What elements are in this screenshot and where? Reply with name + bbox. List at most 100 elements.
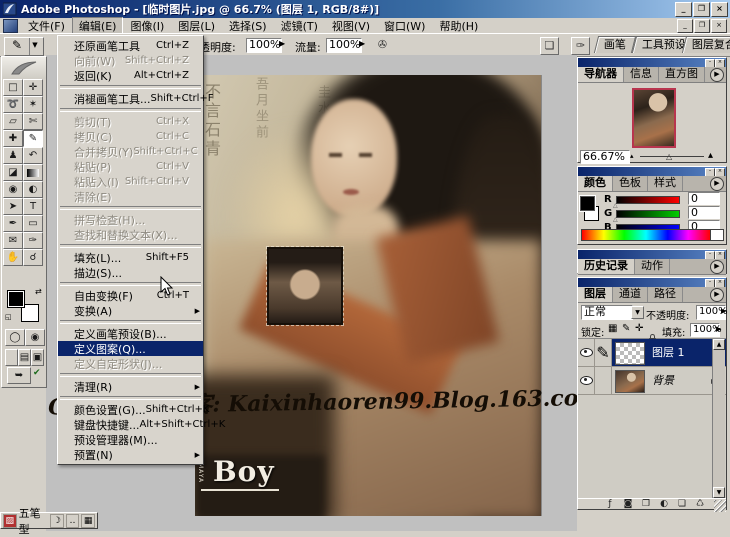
opacity-spinner[interactable]: ▶ [721, 307, 726, 315]
eye-icon[interactable] [580, 348, 593, 357]
navigator-thumbnail[interactable] [632, 88, 676, 148]
edit-menu-item[interactable]: 返回(K)Alt+Ctrl+Z [58, 68, 203, 83]
menubar-item-8[interactable]: 窗口(W) [377, 17, 432, 35]
path-selection-tool[interactable]: ➤ [3, 198, 23, 215]
resize-grip[interactable] [714, 500, 726, 512]
layer-row[interactable]: 背景 [578, 367, 726, 395]
channel-g-value[interactable]: 0 [688, 206, 720, 219]
blur-tool[interactable]: ◉ [3, 181, 23, 198]
new-layer-button[interactable]: ❏ [674, 499, 690, 511]
channel-r-slider[interactable] [616, 196, 680, 204]
zoom-out-icon[interactable]: ▴ [630, 152, 634, 160]
airbrush-toggle-icon[interactable]: ✇ [374, 37, 391, 53]
dodge-tool[interactable]: ◐ [23, 181, 43, 198]
edit-menu-item[interactable]: 填充(L)...Shift+F5 [58, 250, 203, 265]
ime-language-bar[interactable]: ▨ 五笔型 ☽ ‥ ▦ [0, 512, 98, 529]
edit-menu-item[interactable]: 描边(S)... [58, 265, 203, 280]
layer-name[interactable]: 背景 [648, 367, 674, 394]
layer-thumbnail[interactable] [615, 370, 645, 393]
well-tab-brushes[interactable]: 画笔 [594, 36, 636, 53]
fill-spinner[interactable]: ▶ [716, 325, 721, 333]
white-swatch[interactable] [710, 229, 724, 241]
tab-styles[interactable]: 样式 [648, 176, 683, 191]
doc-close-button[interactable]: × [711, 19, 727, 33]
navigator-zoom-field[interactable]: 66.67% [580, 150, 630, 164]
layers-scrollbar[interactable]: ▲ ▼ [712, 339, 725, 498]
edit-menu-item[interactable]: 定义画笔预设(B)... [58, 326, 203, 341]
tab-layers[interactable]: 图层 [578, 287, 613, 302]
chevron-down-icon[interactable]: ▼ [631, 306, 644, 319]
lock-transparency-icon[interactable]: ▦ [608, 323, 617, 334]
delete-layer-button[interactable]: ♺ [692, 499, 708, 511]
magic-wand-tool[interactable]: ✶ [23, 96, 43, 113]
zoom-slider-handle[interactable]: △ [666, 152, 672, 161]
pattern-inset-photo[interactable] [267, 247, 343, 325]
menubar-item-6[interactable]: 滤镜(T) [274, 17, 325, 35]
doc-minimize-button[interactable]: _ [677, 19, 693, 33]
opacity-field[interactable]: 100% [246, 38, 282, 53]
menubar-item-9[interactable]: 帮助(H) [432, 17, 485, 35]
fullscreen-button[interactable]: ▣ [31, 349, 44, 366]
brushes-palette-icon[interactable]: ✑ [571, 37, 590, 55]
add-layer-style-button[interactable]: ƒ [602, 499, 618, 511]
eraser-tool[interactable]: ◪ [3, 164, 23, 181]
standard-screen-button[interactable] [5, 349, 18, 366]
menubar-item-5[interactable]: 选择(S) [222, 17, 274, 35]
zoom-in-icon[interactable]: ▴ [708, 150, 713, 161]
tab-channels[interactable]: 通道 [613, 287, 648, 302]
tab-histogram[interactable]: 直方图 [659, 67, 705, 82]
edit-menu-item[interactable]: 颜色设置(G)...Shift+Ctrl+K [58, 402, 203, 417]
channel-r-value[interactable]: 0 [688, 192, 720, 205]
history-brush-tool[interactable]: ↶ [23, 147, 43, 164]
flow-field[interactable]: 100% [326, 38, 362, 53]
panel-menu-icon[interactable]: ▶ [710, 177, 724, 191]
edit-menu-item[interactable]: 清理(R)▶ [58, 379, 203, 394]
layer-selected-area[interactable]: 图层 1 [612, 339, 726, 366]
zoom-tool[interactable]: ☌ [23, 249, 43, 266]
edit-menu-item[interactable]: 消褪画笔工具...Shift+Ctrl+F [58, 91, 203, 106]
scroll-down-icon[interactable]: ▼ [713, 487, 725, 498]
tab-swatches[interactable]: 色板 [613, 176, 648, 191]
add-layer-mask-button[interactable]: ◙ [620, 499, 636, 511]
channel-g-slider[interactable] [616, 210, 680, 218]
edit-menu-item[interactable]: 键盘快捷键...Alt+Shift+Ctrl+K [58, 417, 203, 432]
notes-tool[interactable]: ✉ [3, 232, 23, 249]
soft-keyboard-icon[interactable]: ▦ [81, 514, 95, 528]
eyedropper-tool[interactable]: ✑ [23, 232, 43, 249]
menubar-item-7[interactable]: 视图(V) [325, 17, 377, 35]
blend-mode-select[interactable]: 正常 [581, 305, 633, 320]
crop-tool[interactable]: ▱ [3, 113, 23, 130]
tab-color[interactable]: 颜色 [578, 176, 613, 191]
menubar-item-3[interactable]: 图像(I) [123, 17, 171, 35]
scroll-up-icon[interactable]: ▲ [713, 339, 725, 350]
edit-menu-item[interactable]: 变换(A)▶ [58, 303, 203, 318]
app-minimize-button[interactable]: _ [675, 2, 692, 17]
clone-stamp-tool[interactable]: ♟ [3, 147, 23, 164]
tab-actions[interactable]: 动作 [635, 259, 670, 274]
type-tool[interactable]: T [23, 198, 43, 215]
tab-navigator[interactable]: 导航器 [578, 67, 624, 82]
menubar-item-1[interactable]: 文件(F) [21, 17, 72, 35]
edit-menu-item[interactable]: 定义图案(Q)... [58, 341, 203, 356]
imageready-jump-button[interactable]: ➥ [7, 367, 31, 384]
lock-position-icon[interactable]: ✛ [635, 323, 643, 334]
shape-tool[interactable]: ▭ [23, 215, 43, 232]
color-spectrum-ramp[interactable] [581, 229, 711, 241]
layer-row[interactable]: ✎ 图层 1 [578, 339, 726, 367]
app-close-button[interactable]: × [711, 2, 728, 17]
document-canvas[interactable]: 不言石青 吾月坐前 圭水自闲 MAYA Boy [195, 75, 542, 516]
lasso-tool[interactable]: ➰ [3, 96, 23, 113]
ime-indicator-icon[interactable]: ▨ [3, 514, 17, 528]
gradient-tool[interactable] [23, 164, 43, 181]
navigator-titlebar[interactable]: – × [578, 58, 726, 67]
hand-tool[interactable]: ✋ [3, 249, 23, 266]
edit-menu-item[interactable]: 自由变换(F)Ctrl+T [58, 288, 203, 303]
move-tool[interactable]: ✛ [23, 79, 43, 96]
fullwidth-moon-icon[interactable]: ☽ [50, 514, 64, 528]
foreground-color-swatch[interactable] [7, 290, 25, 308]
app-restore-button[interactable]: ❐ [693, 2, 710, 17]
layers-titlebar[interactable]: – × [578, 278, 726, 287]
ime-mode-label[interactable]: 五笔型 [19, 505, 49, 537]
tab-paths[interactable]: 路径 [648, 287, 683, 302]
link-cell[interactable] [595, 367, 612, 394]
